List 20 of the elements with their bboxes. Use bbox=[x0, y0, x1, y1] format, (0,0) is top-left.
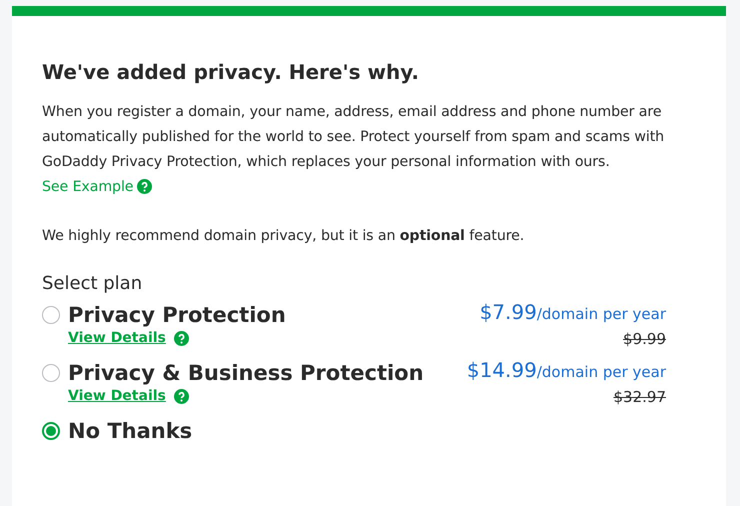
plan-radio[interactable] bbox=[42, 306, 60, 324]
dialog-title: We've added privacy. Here's why. bbox=[42, 60, 420, 84]
view-details-link[interactable]: View Details bbox=[68, 330, 166, 346]
plan-radio[interactable] bbox=[42, 364, 60, 382]
plan-name: No Thanks bbox=[68, 418, 192, 445]
plan-heading: Select plan bbox=[42, 273, 144, 294]
help-icon[interactable] bbox=[174, 330, 189, 346]
note-text: We highly recommend domain privacy, but it is an optional feature. bbox=[42, 227, 526, 246]
plan-price: $7.99/domain per year bbox=[480, 300, 666, 324]
view-details-link[interactable]: View Details bbox=[68, 388, 166, 404]
see-example-link[interactable]: See Example bbox=[42, 179, 134, 195]
help-icon[interactable] bbox=[137, 179, 152, 194]
plan-price: $14.99/domain per year bbox=[466, 358, 666, 382]
help-icon[interactable] bbox=[174, 388, 189, 404]
plan-name: Privacy Protection bbox=[68, 302, 286, 329]
old-price: $32.97 bbox=[614, 388, 666, 406]
old-price: $9.99 bbox=[623, 330, 666, 348]
intro-paragraph: When you register a domain, your name, address, email address and phone number are automatically published for the world to see. Protect yourself from spam and scams with GoDaddy Privacy Protection, which replaces your personal information with ours. See Example bbox=[42, 103, 666, 197]
plan-name: Privacy & Business Protection bbox=[68, 360, 424, 387]
plan-radio[interactable] bbox=[42, 422, 60, 440]
